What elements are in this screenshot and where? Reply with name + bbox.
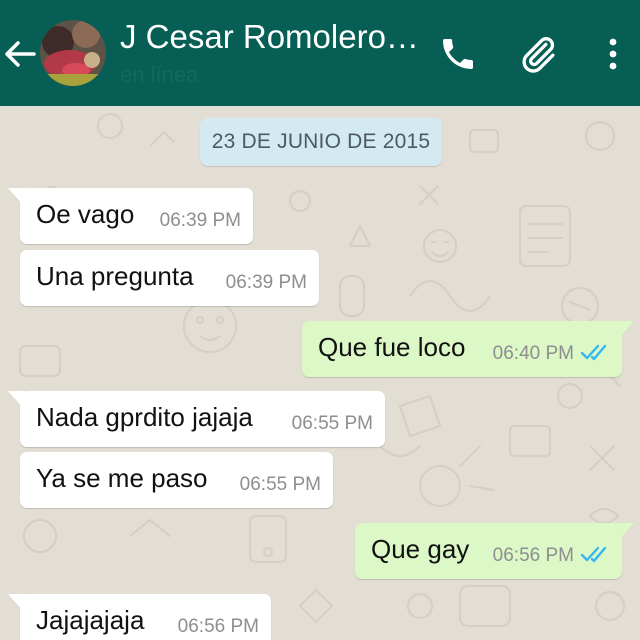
attach-button[interactable] xyxy=(512,28,564,80)
bubble-tail xyxy=(8,594,24,612)
bubble-tail xyxy=(8,391,24,409)
message-time: 06:56 PM xyxy=(492,545,574,566)
back-button[interactable] xyxy=(0,32,40,76)
message-text: Que fue loco xyxy=(318,332,466,362)
more-vert-icon xyxy=(609,38,617,70)
message-time: 06:39 PM xyxy=(159,210,241,231)
message-time: 06:55 PM xyxy=(239,474,321,495)
bubble-tail xyxy=(8,188,24,206)
message-time: 06:39 PM xyxy=(225,272,307,293)
contact-status: en línea xyxy=(120,62,199,87)
overflow-menu-button[interactable] xyxy=(590,28,636,80)
message-bubble-incoming[interactable]: Una pregunta 06:39 PM xyxy=(20,250,319,306)
read-receipt-icon xyxy=(580,546,607,563)
bubble-tail xyxy=(618,523,634,541)
message-text: Jajajajaja xyxy=(36,605,145,635)
message-bubble-incoming[interactable]: Nada gprdito jajaja 06:55 PM xyxy=(8,391,385,447)
message-bubble-incoming[interactable]: Jajajajaja 06:56 PM xyxy=(8,594,271,640)
date-chip: 23 DE JUNIO DE 2015 xyxy=(200,118,442,166)
read-receipt-icon xyxy=(580,344,607,361)
bubble-tail xyxy=(618,321,634,339)
message-text: Ya se me paso xyxy=(36,463,208,493)
message-text: Nada gprdito jajaja xyxy=(36,402,253,432)
message-text: Oe vago xyxy=(36,199,135,229)
chat-screen: J Cesar Romolero… en línea 23 DE JUNIO D… xyxy=(0,0,640,640)
message-bubble-incoming[interactable]: Ya se me paso 06:55 PM xyxy=(20,452,333,508)
message-bubble-incoming[interactable]: Oe vago 06:39 PM xyxy=(8,188,253,244)
message-text: Una pregunta xyxy=(36,261,194,291)
contact-name[interactable]: J Cesar Romolero… xyxy=(120,18,420,56)
message-text: Que gay xyxy=(371,534,470,564)
message-time: 06:55 PM xyxy=(291,413,373,434)
message-list[interactable]: 23 DE JUNIO DE 2015 Oe vago 06:39 PM Una… xyxy=(0,106,640,640)
message-bubble-outgoing[interactable]: Que fue loco 06:40 PM xyxy=(302,321,634,377)
message-bubble-outgoing[interactable]: Que gay 06:56 PM xyxy=(355,523,634,579)
avatar[interactable] xyxy=(40,20,106,86)
message-time: 06:40 PM xyxy=(492,343,574,364)
chat-header: J Cesar Romolero… en línea xyxy=(0,0,640,106)
message-time: 06:56 PM xyxy=(177,616,259,637)
phone-icon xyxy=(443,39,473,69)
call-button[interactable] xyxy=(432,28,484,80)
paperclip-icon xyxy=(522,37,555,73)
arrow-left-icon xyxy=(5,41,36,67)
